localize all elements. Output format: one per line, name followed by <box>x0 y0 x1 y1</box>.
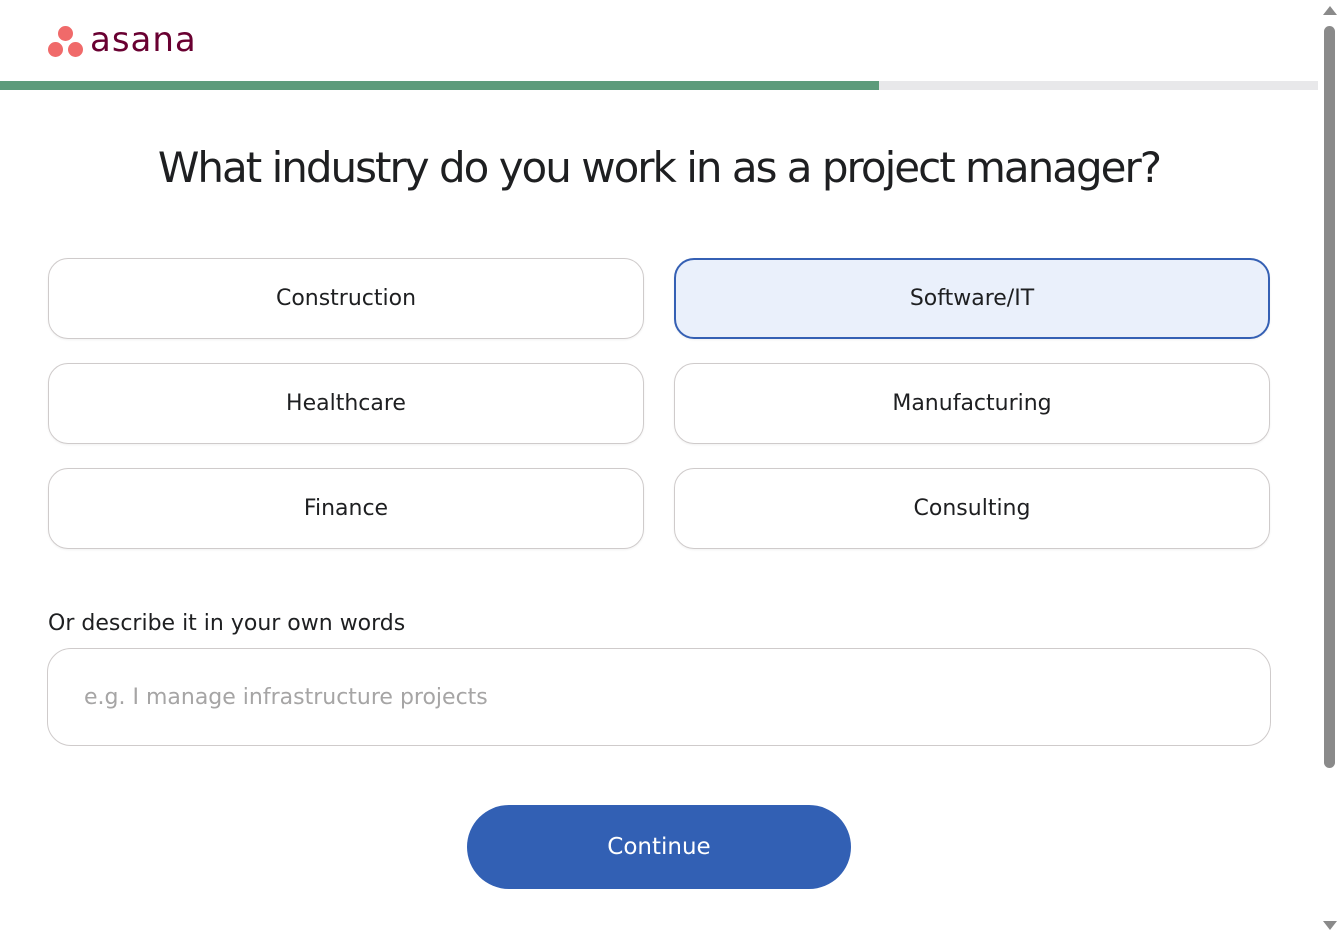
scrollbar-thumb[interactable] <box>1324 26 1335 768</box>
describe-label: Or describe it in your own words <box>48 611 406 636</box>
option-consulting[interactable]: Consulting <box>674 468 1270 549</box>
asana-logo-icon <box>48 23 84 57</box>
industry-options: Construction Software/IT Healthcare Manu… <box>48 258 1270 549</box>
scroll-up-arrow-icon[interactable] <box>1323 6 1337 15</box>
continue-button[interactable]: Continue <box>467 805 851 889</box>
option-construction[interactable]: Construction <box>48 258 644 339</box>
option-finance[interactable]: Finance <box>48 468 644 549</box>
option-healthcare[interactable]: Healthcare <box>48 363 644 444</box>
page-title: What industry do you work in as a projec… <box>157 143 1162 192</box>
progress-bar <box>0 81 1318 90</box>
scrollbar[interactable] <box>1318 0 1341 936</box>
asana-logo[interactable]: asana <box>48 20 197 60</box>
option-software-it[interactable]: Software/IT <box>674 258 1270 339</box>
progress-bar-fill <box>0 81 880 90</box>
describe-industry-input[interactable] <box>47 648 1271 746</box>
option-manufacturing[interactable]: Manufacturing <box>674 363 1270 444</box>
scroll-down-arrow-icon[interactable] <box>1323 921 1337 930</box>
logo-wordmark: asana <box>90 20 197 60</box>
onboarding-page: asana What industry do you work in as a … <box>0 0 1341 936</box>
